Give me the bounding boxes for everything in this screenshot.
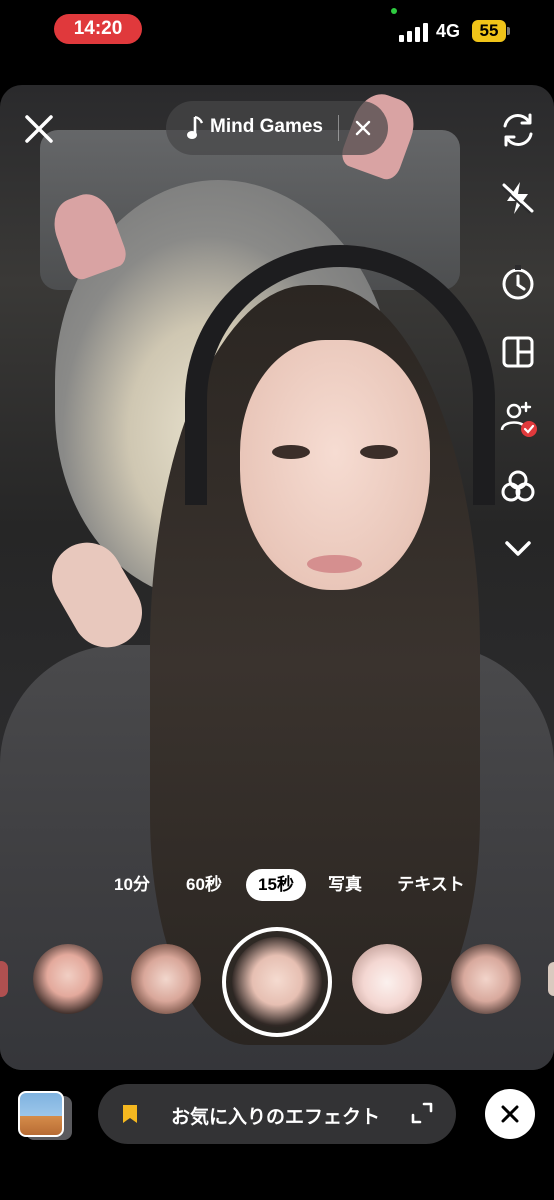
remove-music-icon[interactable] [352,117,374,139]
battery-level: 55 [472,20,506,42]
gallery-button[interactable] [18,1091,64,1137]
effect-soft[interactable] [451,944,521,1014]
effect-partial[interactable] [0,961,8,997]
music-note-icon [187,115,204,139]
effect-partial-right[interactable] [548,962,554,996]
flash-off-icon[interactable] [497,177,539,219]
status-time: 14:20 [54,14,142,44]
effect-cat-whiskers[interactable] [131,944,201,1014]
music-title[interactable]: Mind Games [210,116,323,138]
tab-photo[interactable]: 写真 [322,869,368,901]
flip-camera-icon[interactable] [497,109,539,151]
signal-icon [399,22,429,42]
tab-15sec[interactable]: 15秒 [246,869,306,901]
tab-10min[interactable]: 10分 [106,869,158,901]
expand-icon[interactable] [410,1101,434,1125]
bookmark-icon [123,1105,137,1123]
timer-icon[interactable] [497,262,539,304]
favorite-effects-label[interactable]: お気に入りのエフェクト [171,1102,380,1129]
close-icon[interactable] [22,112,56,146]
close-effects-button[interactable] [485,1089,535,1139]
tab-60sec[interactable]: 60秒 [178,869,230,901]
effect-cat-face[interactable] [352,944,422,1014]
status-bar: 14:20 4G 55 [0,0,554,60]
close-icon [501,1105,519,1123]
layout-icon[interactable] [497,331,539,373]
beauty-icon[interactable] [497,466,539,508]
chevron-down-icon[interactable] [497,527,539,569]
privacy-dot-indicator [391,8,397,14]
effect-stickers[interactable] [33,944,103,1014]
effect-selected [232,937,322,1027]
camera-preview[interactable] [0,85,554,1070]
network-type: 4G [436,21,461,41]
record-button[interactable] [222,927,332,1037]
duet-icon[interactable] [497,398,539,440]
tab-text[interactable]: テキスト [388,869,474,901]
battery-icon [507,27,510,35]
